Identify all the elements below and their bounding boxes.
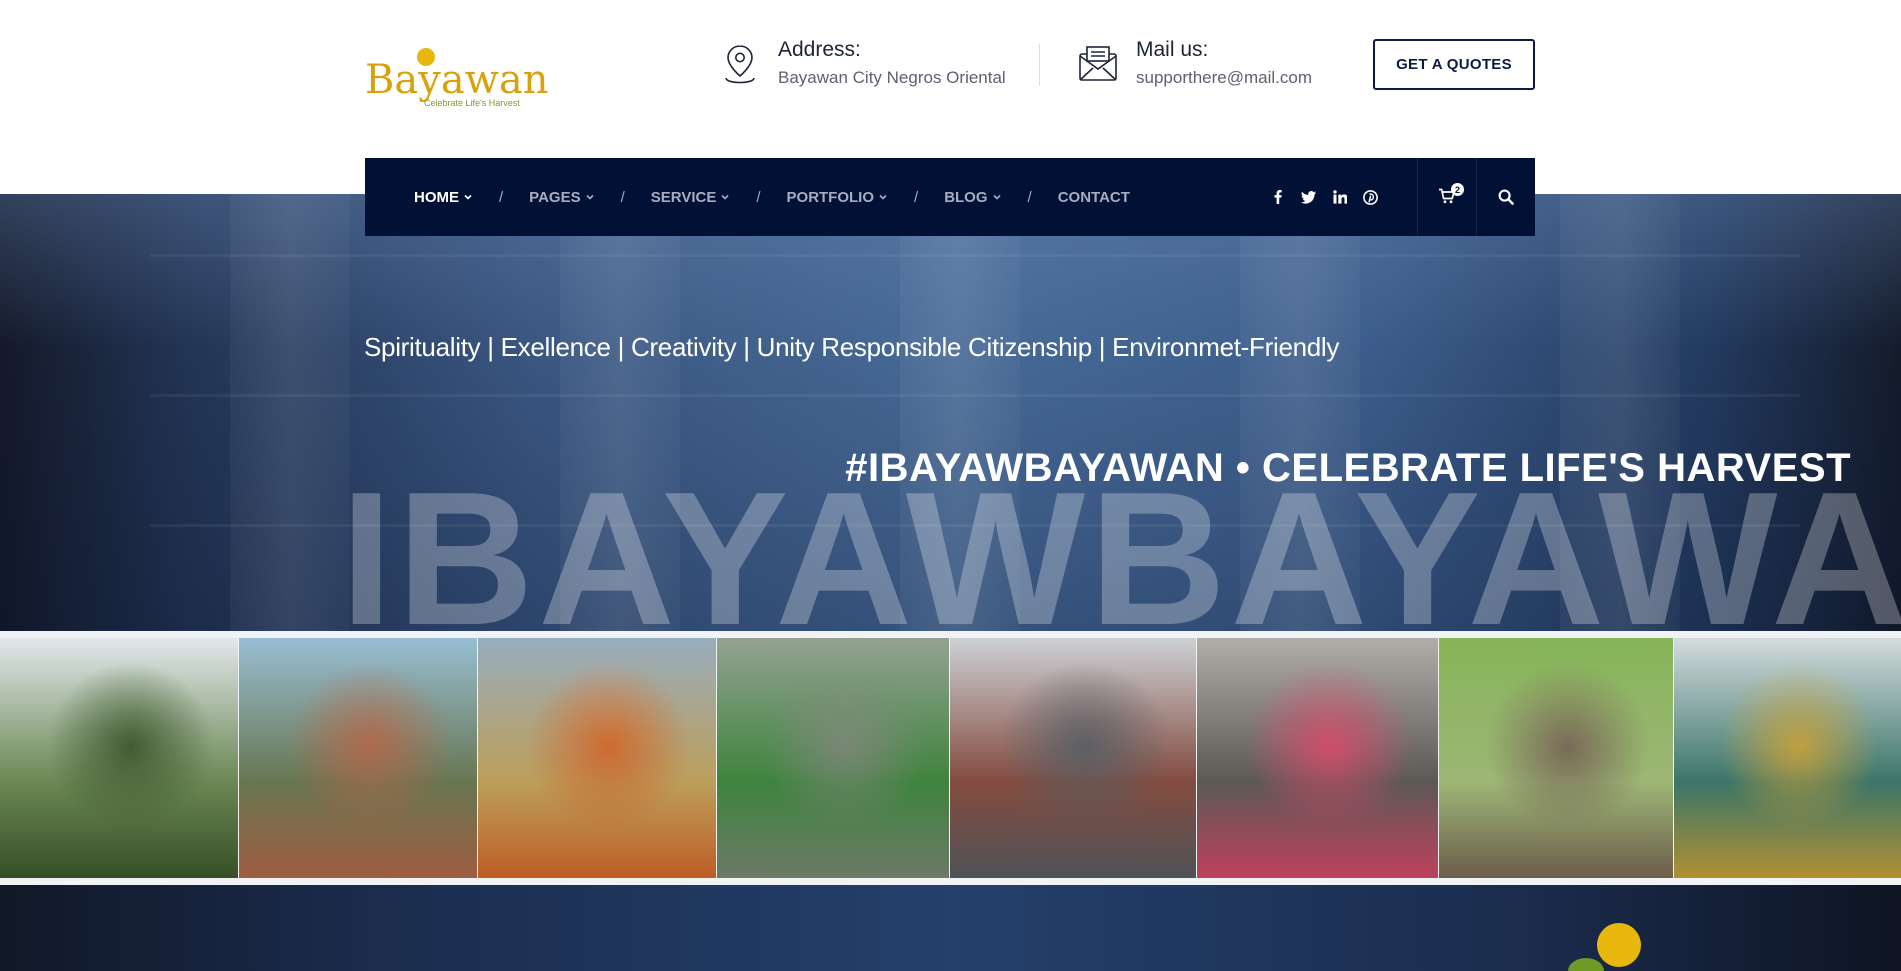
nav-menu: HOME / PAGES / SERVICE / PORTFOLIO / BLO… [414, 158, 1130, 236]
pinterest-icon[interactable] [1362, 189, 1379, 206]
nav-item-pages[interactable]: PAGES [529, 189, 594, 206]
nav-separator: / [499, 188, 504, 206]
chevron-down-icon [992, 194, 1001, 200]
nav-item-blog[interactable]: BLOG [944, 189, 1001, 206]
nav-item-home[interactable]: HOME [414, 189, 473, 206]
nav-item-label: PORTFOLIO [786, 188, 875, 206]
nav-separator: / [620, 188, 625, 206]
map-pin-icon [725, 45, 755, 84]
nav-item-portfolio[interactable]: PORTFOLIO [787, 189, 889, 206]
nav-item-label: BLOG [944, 188, 988, 206]
nav-separator: / [914, 188, 919, 206]
envelope-icon [1079, 46, 1117, 81]
photo-rice-farmer [1439, 638, 1673, 878]
header-address: Address: Bayawan City Negros Oriental [718, 38, 1018, 98]
address-label: Address: [778, 38, 861, 61]
site-logo[interactable]: Bayawan Celebrate Life's Harvest [365, 46, 549, 112]
mail-value[interactable]: supporthere@mail.com [1136, 68, 1312, 88]
search-icon [1498, 189, 1514, 205]
address-value: Bayawan City Negros Oriental [778, 68, 1006, 87]
photo-strip [0, 631, 1901, 885]
nav-item-contact[interactable]: CONTACT [1058, 189, 1130, 206]
hero-tagline: Spirituality | Exellence | Creativity | … [364, 332, 1340, 362]
main-nav: HOME / PAGES / SERVICE / PORTFOLIO / BLO… [365, 158, 1535, 236]
logo-wordmark: Bayawan [365, 57, 549, 103]
cart-count-badge: 2 [1451, 183, 1464, 196]
nav-separator: / [756, 188, 761, 206]
mail-label: Mail us: [1136, 38, 1209, 61]
logo-tagline: Celebrate Life's Harvest [424, 98, 520, 108]
nav-separator: / [1027, 188, 1032, 206]
cart-button[interactable]: 2 [1418, 158, 1476, 236]
photo-awards [478, 638, 716, 878]
facebook-icon[interactable] [1269, 189, 1286, 206]
logo-mark-dot [1597, 923, 1641, 967]
header-mail: Mail us: supporthere@mail.com [1076, 38, 1376, 98]
page: Spirituality | Exellence | Creativity | … [0, 0, 1901, 971]
photo-excavator [0, 638, 238, 878]
nav-item-label: HOME [414, 188, 459, 206]
nav-item-label: CONTACT [1057, 188, 1130, 206]
chevron-down-icon [879, 194, 887, 200]
chevron-down-icon [586, 194, 594, 200]
header-divider [1039, 44, 1040, 86]
building-line [150, 394, 1800, 397]
photo-building-aerial [950, 638, 1196, 878]
building-column [230, 194, 350, 634]
twitter-icon[interactable] [1300, 189, 1317, 206]
linkedin-icon[interactable] [1331, 189, 1348, 206]
photo-fish-catch [1674, 638, 1901, 878]
search-button[interactable] [1477, 158, 1535, 236]
photo-puregold-aerial [717, 638, 949, 878]
nav-item-service[interactable]: SERVICE [651, 189, 731, 206]
building-line [150, 254, 1800, 257]
photo-fisherman [239, 638, 477, 878]
photo-taekwondo [1197, 638, 1438, 878]
get-quotes-button[interactable]: GET A QUOTES [1373, 39, 1535, 90]
nav-item-label: PAGES [529, 188, 581, 206]
chevron-down-icon [721, 194, 729, 200]
chevron-down-icon [464, 194, 472, 200]
hero-banner: Spirituality | Exellence | Creativity | … [0, 194, 1901, 634]
nav-item-label: SERVICE [650, 188, 717, 206]
hero-hashtag: #IBAYAWBAYAWAN • CELEBRATE LIFE'S HARVES… [845, 446, 1851, 490]
social-links [1269, 158, 1379, 236]
